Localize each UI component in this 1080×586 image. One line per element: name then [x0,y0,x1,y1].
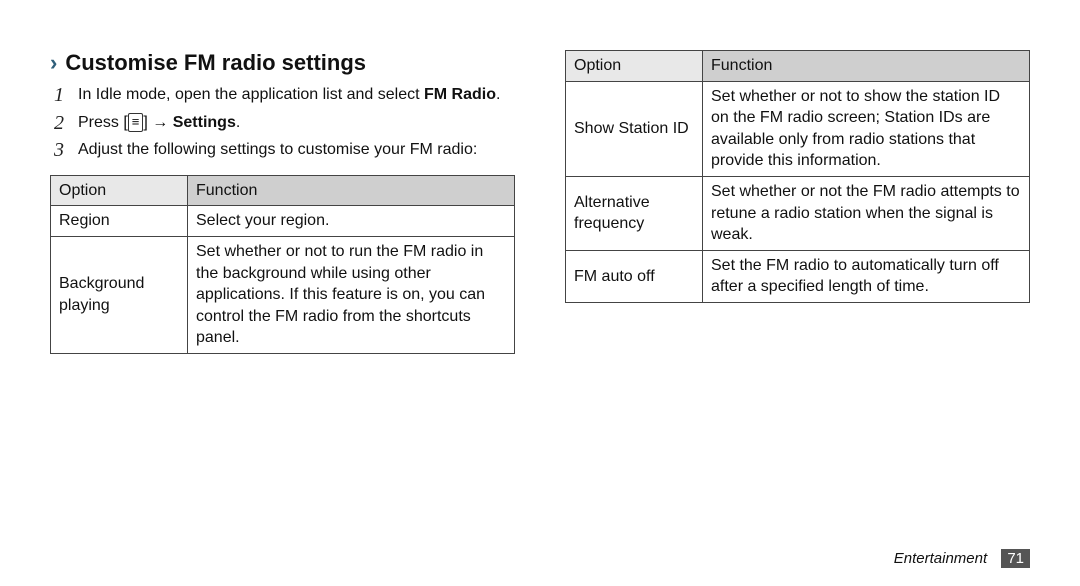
step-2-bold: Settings [173,114,236,131]
step-3: Adjust the following settings to customi… [50,139,515,161]
function-cell: Select your region. [188,206,515,237]
th-function-left: Function [188,175,515,206]
page-footer: Entertainment 71 [894,549,1030,568]
table-row: RegionSelect your region. [51,206,515,237]
th-option-left: Option [51,175,188,206]
chevron-icon: › [50,52,57,74]
function-cell: Set whether or not to run the FM radio i… [188,236,515,353]
menu-key-icon: ≡ [128,113,144,132]
options-table-left: Option Function RegionSelect your region… [50,175,515,354]
step-2-pre: Press [ [78,114,128,131]
step-3-text: Adjust the following settings to customi… [78,141,477,158]
th-function-right: Function [703,51,1030,82]
function-cell: Set whether or not the FM radio attempts… [703,176,1030,250]
step-2-mid: ] → [143,114,172,131]
footer-page-number: 71 [1001,549,1030,568]
th-option-right: Option [566,51,703,82]
option-cell: Region [51,206,188,237]
function-cell: Set the FM radio to automatically turn o… [703,250,1030,302]
step-2: Press [≡] → Settings. [50,112,515,134]
option-cell: Show Station ID [566,81,703,176]
table-row: Background playingSet whether or not to … [51,236,515,353]
step-2-post: . [236,114,240,131]
options-table-right: Option Function Show Station IDSet wheth… [565,50,1030,303]
step-1-post: . [496,86,500,103]
step-1: In Idle mode, open the application list … [50,84,515,106]
section-heading: Customise FM radio settings [65,50,366,76]
footer-section: Entertainment [894,550,987,567]
table-row: FM auto offSet the FM radio to automatic… [566,250,1030,302]
step-1-bold: FM Radio [424,86,496,103]
option-cell: FM auto off [566,250,703,302]
option-cell: Background playing [51,236,188,353]
step-1-pre: In Idle mode, open the application list … [78,86,424,103]
function-cell: Set whether or not to show the station I… [703,81,1030,176]
table-row: Show Station IDSet whether or not to sho… [566,81,1030,176]
table-row: Alternative frequencySet whether or not … [566,176,1030,250]
option-cell: Alternative frequency [566,176,703,250]
